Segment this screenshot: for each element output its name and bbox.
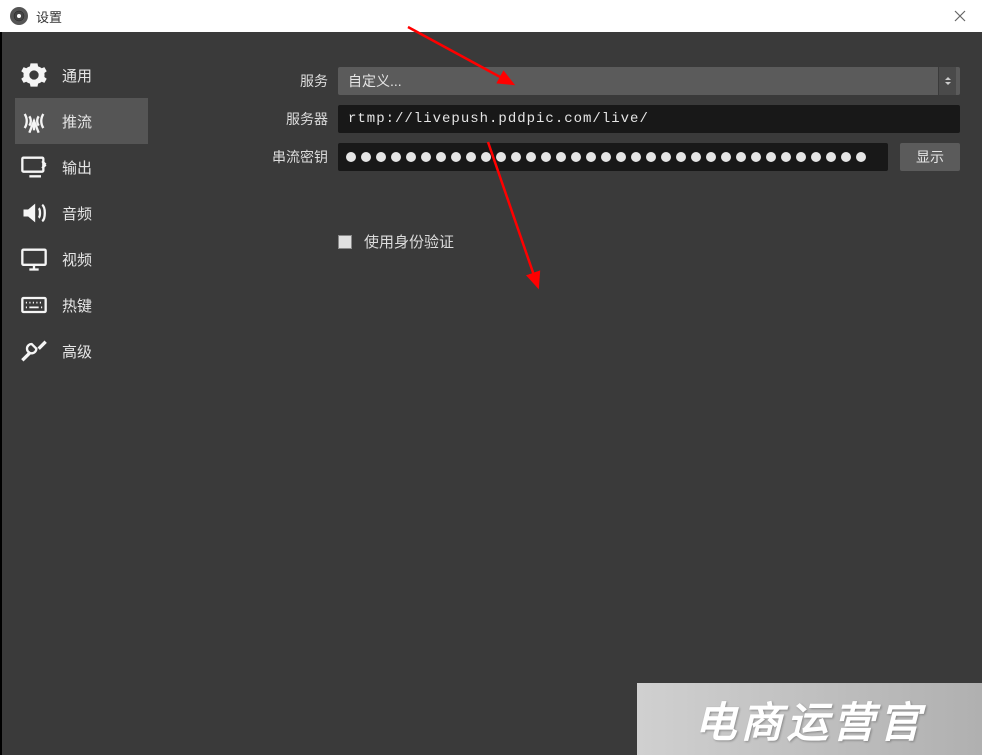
streamkey-row: 串流密钥 显示 — [148, 143, 960, 171]
sidebar-item-general[interactable]: 通用 — [15, 52, 148, 98]
window-title: 设置 — [36, 7, 62, 26]
sidebar-item-output[interactable]: 输出 — [15, 144, 148, 190]
close-button[interactable] — [937, 0, 982, 32]
auth-checkbox[interactable] — [338, 235, 352, 249]
server-input[interactable] — [338, 105, 960, 133]
keyboard-icon — [20, 291, 48, 319]
server-label: 服务器 — [148, 109, 338, 129]
sidebar-item-advanced[interactable]: 高级 — [15, 328, 148, 374]
service-value: 自定义... — [348, 71, 402, 91]
sidebar-item-video[interactable]: 视频 — [15, 236, 148, 282]
output-icon — [20, 153, 48, 181]
server-row: 服务器 — [148, 105, 960, 133]
app-icon — [10, 7, 28, 25]
auth-row: 使用身份验证 — [148, 231, 960, 252]
watermark: 电商运营官 — [637, 683, 982, 755]
sidebar-item-label: 视频 — [62, 249, 92, 270]
service-select[interactable]: 自定义... — [338, 67, 960, 95]
sidebar-item-label: 热键 — [62, 295, 92, 316]
sidebar: 通用 推流 输出 音频 视频 — [0, 32, 148, 755]
streamkey-input[interactable] — [338, 143, 888, 171]
content-panel: 服务 自定义... 服务器 串流密钥 显示 使用身份验证 — [148, 32, 982, 755]
gear-icon — [20, 61, 48, 89]
auth-label: 使用身份验证 — [364, 231, 454, 252]
service-row: 服务 自定义... — [148, 67, 960, 95]
main-area: 通用 推流 输出 音频 视频 — [0, 32, 982, 755]
tools-icon — [20, 337, 48, 365]
watermark-text: 电商运营官 — [694, 689, 924, 750]
sidebar-item-stream[interactable]: 推流 — [15, 98, 148, 144]
antenna-icon — [20, 107, 48, 135]
show-button[interactable]: 显示 — [900, 143, 960, 171]
left-edge — [0, 32, 2, 755]
sidebar-item-label: 推流 — [62, 111, 92, 132]
service-label: 服务 — [148, 71, 338, 91]
sidebar-item-hotkeys[interactable]: 热键 — [15, 282, 148, 328]
monitor-icon — [20, 245, 48, 273]
sidebar-item-label: 通用 — [62, 65, 92, 86]
sidebar-item-label: 高级 — [62, 341, 92, 362]
speaker-icon — [20, 199, 48, 227]
titlebar: 设置 — [0, 0, 982, 32]
sidebar-item-label: 音频 — [62, 203, 92, 224]
sidebar-item-label: 输出 — [62, 157, 92, 178]
chevron-updown-icon — [938, 67, 956, 95]
sidebar-item-audio[interactable]: 音频 — [15, 190, 148, 236]
streamkey-label: 串流密钥 — [148, 147, 338, 167]
